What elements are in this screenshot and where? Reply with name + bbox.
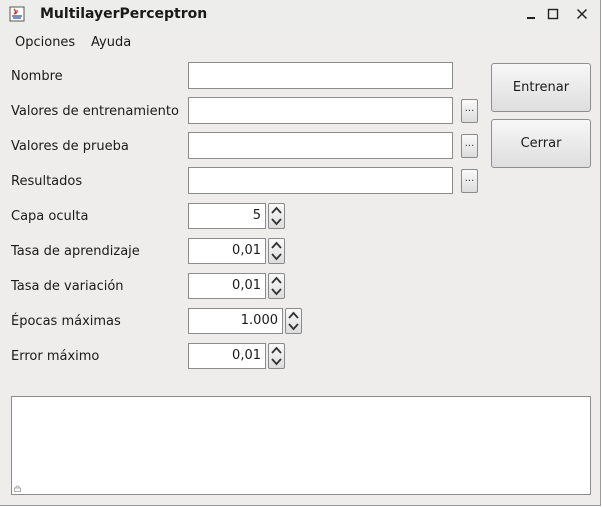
menu-opciones[interactable]: Opciones (15, 35, 75, 50)
tasa-variacion-spinner[interactable]: 0,01 (188, 273, 266, 299)
train-button[interactable]: Entrenar (491, 63, 591, 112)
nombre-field[interactable] (188, 62, 453, 89)
menu-bar: Opciones Ayuda (0, 31, 600, 55)
browse-entrenamiento-button[interactable]: ... (461, 99, 478, 123)
close-icon[interactable] (572, 4, 592, 24)
up-down-arrows-icon (271, 241, 282, 261)
minimize-icon[interactable] (521, 4, 541, 24)
entrenamiento-field[interactable] (188, 97, 453, 124)
capa-oculta-spinner[interactable]: 5 (188, 203, 266, 229)
error-stepper[interactable] (268, 343, 285, 369)
up-down-arrows-icon (271, 276, 282, 296)
epocas-spinner[interactable]: 1.000 (188, 308, 283, 334)
tasa-variacion-label: Tasa de variación (11, 279, 124, 294)
tasa-aprendizaje-spinner[interactable]: 0,01 (188, 238, 266, 264)
tasa-aprendizaje-stepper[interactable] (268, 238, 285, 264)
maximize-icon[interactable] (543, 4, 563, 24)
output-textarea[interactable] (11, 396, 591, 495)
capa-oculta-label: Capa oculta (11, 209, 89, 224)
resultados-field[interactable] (188, 167, 453, 194)
java-app-icon (9, 6, 25, 22)
browse-prueba-button[interactable]: ... (461, 134, 478, 158)
up-down-arrows-icon (271, 206, 282, 226)
prueba-label: Valores de prueba (11, 139, 129, 154)
browse-resultados-button[interactable]: ... (461, 169, 478, 193)
error-label: Error máximo (11, 349, 100, 364)
menu-ayuda[interactable]: Ayuda (91, 35, 131, 50)
up-down-arrows-icon (271, 346, 282, 366)
close-button[interactable]: Cerrar (491, 119, 591, 168)
epocas-stepper[interactable] (285, 308, 302, 334)
app-window: MultilayerPerceptron Opciones Ayuda Nomb… (0, 0, 601, 506)
capa-oculta-stepper[interactable] (268, 203, 285, 229)
nombre-label: Nombre (11, 69, 63, 84)
lock-icon (14, 485, 21, 492)
prueba-field[interactable] (188, 132, 453, 159)
title-bar[interactable]: MultilayerPerceptron (0, 0, 600, 30)
epocas-label: Épocas máximas (11, 314, 121, 329)
resultados-label: Resultados (11, 174, 83, 189)
entrenamiento-label: Valores de entrenamiento (11, 104, 179, 119)
window-title: MultilayerPerceptron (40, 6, 208, 22)
up-down-arrows-icon (288, 311, 299, 331)
tasa-aprendizaje-label: Tasa de aprendizaje (11, 244, 140, 259)
tasa-variacion-stepper[interactable] (268, 273, 285, 299)
error-spinner[interactable]: 0,01 (188, 343, 266, 369)
